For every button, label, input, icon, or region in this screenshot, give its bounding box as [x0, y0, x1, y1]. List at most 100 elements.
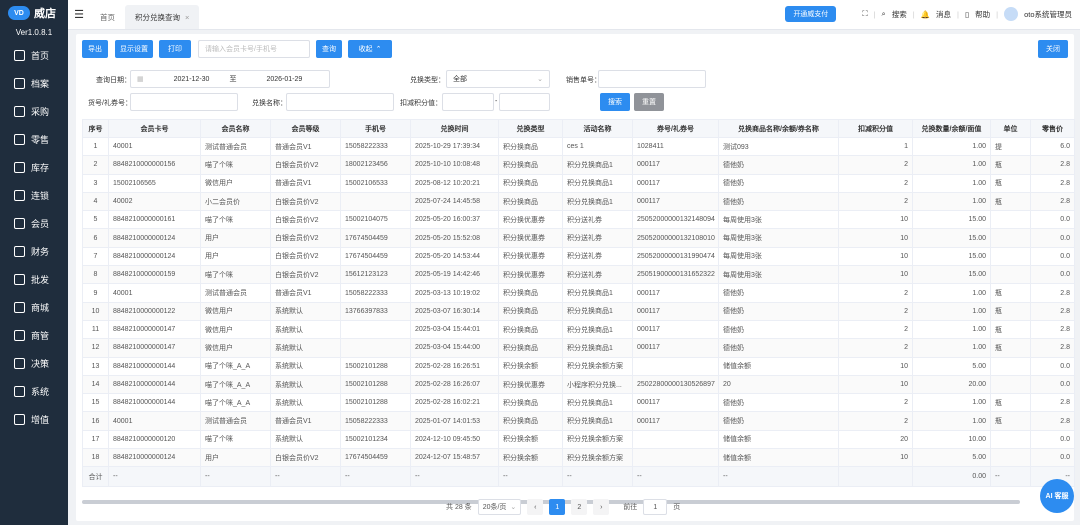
page-1-button[interactable]: 1: [549, 499, 566, 515]
table-cell: 积分换余额: [498, 429, 563, 450]
table-row[interactable]: 7 8848210000000124 用户 白银会员价V2 17674504459 202…: [82, 246, 1075, 267]
sidebar-item-decision[interactable]: 决策: [0, 349, 68, 377]
table-row[interactable]: 2 8848210000000156 喵了个咪 白银会员价V2 18002123456 2…: [82, 155, 1075, 175]
sidebar-item-inventory[interactable]: 库存: [0, 153, 68, 181]
date-range-input[interactable]: ▦ 2021-12-30 至 2026-01-29: [130, 70, 330, 88]
column-header[interactable]: 兑换时间: [410, 119, 499, 138]
close-button[interactable]: 关闭: [1038, 40, 1068, 58]
table-row[interactable]: 15 8848210000000144 喵了个咪_A_A 系统默认 1500210128…: [82, 393, 1075, 413]
table-row[interactable]: 18 8848210000000124 用户 白银会员价V2 17674504459 20…: [82, 448, 1075, 468]
table-cell: 1: [838, 136, 913, 157]
avatar[interactable]: [1004, 7, 1019, 21]
search-link[interactable]: 搜索: [892, 9, 907, 20]
message-link[interactable]: 消息: [936, 9, 951, 20]
table-row[interactable]: 9 40001 测试普通会员 普通会员V1 15058222333 2025-03-13 …: [82, 283, 1075, 303]
column-header[interactable]: 活动名称: [562, 119, 633, 138]
table-cell: 000117: [632, 411, 719, 431]
points-max-input[interactable]: [499, 93, 550, 111]
main-panel: 导出 显示设置 打印 请输入会员卡号/手机号 查询 收起 ⌃ 关闭 查询日期： ▦…: [76, 34, 1075, 521]
table-row[interactable]: 6 8848210000000124 用户 白银会员价V2 17674504459 202…: [82, 228, 1075, 248]
sidebar-item-chain[interactable]: 连锁: [0, 181, 68, 209]
sidebar-item-value-added[interactable]: 增值: [0, 405, 68, 433]
table-cell: 2.8: [1030, 301, 1075, 321]
sale-no-input[interactable]: [598, 70, 706, 88]
table-row[interactable]: 14 8848210000000144 喵了个咪_A_A 系统默认 1500210128…: [82, 374, 1075, 395]
logo[interactable]: VD 威店: [0, 0, 68, 26]
user-name[interactable]: oto系统管理员: [1024, 9, 1072, 20]
goto-page-input[interactable]: 1: [643, 499, 668, 515]
sidebar-item-mall[interactable]: 商城: [0, 293, 68, 321]
next-page-button[interactable]: ›: [593, 499, 610, 515]
table-cell: 15612123123: [340, 265, 411, 285]
card-search-input[interactable]: 请输入会员卡号/手机号: [198, 40, 310, 58]
table-row[interactable]: 10 8848210000000122 微信用户 系统默认 13766397833 202…: [82, 301, 1075, 321]
tab-home[interactable]: 首页: [90, 5, 125, 29]
table-row[interactable]: 17 8848210000000120 喵了个咪 系统默认 15002101234 202…: [82, 429, 1075, 450]
query-button[interactable]: 查询: [316, 40, 342, 58]
column-header[interactable]: 手机号: [340, 119, 411, 138]
table-row[interactable]: 8 8848210000000159 喵了个咪 白银会员价V2 15612123123 2…: [82, 265, 1075, 285]
collapse-button[interactable]: 收起 ⌃: [348, 40, 392, 58]
sidebar-item-system[interactable]: 系统: [0, 377, 68, 405]
sidebar-item-purchase[interactable]: 采购: [0, 97, 68, 125]
sidebar-item-wholesale[interactable]: 批发: [0, 265, 68, 293]
table-cell: 用户: [200, 228, 271, 248]
table-row[interactable]: 5 8848210000000161 喵了个咪 白银会员价V2 15002104075 2…: [82, 210, 1075, 230]
column-header[interactable]: 会员卡号: [108, 119, 201, 138]
column-header[interactable]: 零售价: [1030, 119, 1075, 138]
help-icon[interactable]: ▯: [965, 10, 969, 19]
table-row[interactable]: 3 15002106565 微信用户 普通会员V1 15002106533 2025-08…: [82, 173, 1075, 193]
column-header[interactable]: 单位: [990, 119, 1031, 138]
voucher-input[interactable]: [130, 93, 238, 111]
prev-page-button[interactable]: ‹: [527, 499, 544, 515]
column-header[interactable]: 会员名称: [200, 119, 271, 138]
column-header[interactable]: 兑换商品名称/余额/券名称: [718, 119, 839, 138]
help-link[interactable]: 帮助: [975, 9, 990, 20]
ai-service-button[interactable]: AI 客服: [1040, 479, 1074, 513]
column-header[interactable]: 兑换数量/余额/面值: [912, 119, 991, 138]
export-button[interactable]: 导出: [82, 40, 108, 58]
table-cell: 储值余额: [718, 356, 839, 376]
sidebar-item-archive[interactable]: 档案: [0, 69, 68, 97]
search-button[interactable]: 搜索: [600, 93, 630, 111]
exchange-name-input[interactable]: [286, 93, 394, 111]
tab-points-exchange[interactable]: 积分兑换查询 ×: [125, 5, 200, 29]
open-pay-button[interactable]: 开通威支付: [785, 6, 837, 22]
reset-button[interactable]: 重置: [634, 93, 664, 111]
column-header[interactable]: 券号/礼券号: [632, 119, 719, 138]
column-header[interactable]: 扣减积分值: [838, 119, 913, 138]
table-row[interactable]: 13 8848210000000144 喵了个咪_A_A 系统默认 1500210128…: [82, 356, 1075, 376]
table-cell: 积分换商品: [498, 338, 563, 358]
store-mgmt-icon: [14, 329, 25, 341]
table-cell: 8848210000000124: [108, 246, 201, 267]
column-header[interactable]: 兑换类型: [498, 119, 563, 138]
sidebar-item-retail[interactable]: 零售: [0, 125, 68, 153]
menu-toggle-icon[interactable]: ☰: [68, 0, 90, 29]
search-icon[interactable]: ⌕: [882, 9, 886, 19]
page-2-button[interactable]: 2: [571, 499, 588, 515]
display-settings-button[interactable]: 显示设置: [115, 40, 153, 58]
table-row[interactable]: 1 40001 测试普通会员 普通会员V1 15058222333 2025-10-29 …: [82, 136, 1075, 157]
table-row[interactable]: 11 8848210000000147 微信用户 系统默认 2025-03-04 15:…: [82, 319, 1075, 340]
sidebar-item-member[interactable]: 会员: [0, 209, 68, 237]
exchange-type-select[interactable]: 全部 ⌄: [446, 70, 550, 88]
decision-icon: [14, 357, 25, 369]
fullscreen-icon[interactable]: ⛶: [862, 9, 867, 19]
sidebar-item-home[interactable]: 首页: [0, 41, 68, 69]
print-button[interactable]: 打印: [159, 40, 191, 58]
column-header[interactable]: 会员等级: [270, 119, 341, 138]
points-min-input[interactable]: [442, 93, 494, 111]
column-header[interactable]: 序号: [82, 119, 109, 138]
table-cell: 系统默认: [270, 319, 341, 340]
bell-icon[interactable]: 🔔: [921, 10, 930, 19]
tab-close-icon[interactable]: ×: [185, 13, 189, 22]
table-cell: 德他奶: [718, 155, 839, 175]
total-count: 共 28 条: [446, 504, 472, 511]
table-row[interactable]: 4 40002 小二会员价 白银会员价V2 2025-07-24 14:45:58 积分换…: [82, 191, 1075, 212]
table-row[interactable]: 12 8848210000000147 微信用户 系统默认 2025-03-04 15:…: [82, 338, 1075, 358]
page-size-select[interactable]: 20条/页 ⌄: [477, 499, 522, 515]
table-cell: 德他奶: [718, 301, 839, 321]
sidebar-item-finance[interactable]: 财务: [0, 237, 68, 265]
table-row[interactable]: 16 40001 测试普通会员 普通会员V1 15058222333 2025-01-07…: [82, 411, 1075, 431]
sidebar-item-store-mgmt[interactable]: 商管: [0, 321, 68, 349]
